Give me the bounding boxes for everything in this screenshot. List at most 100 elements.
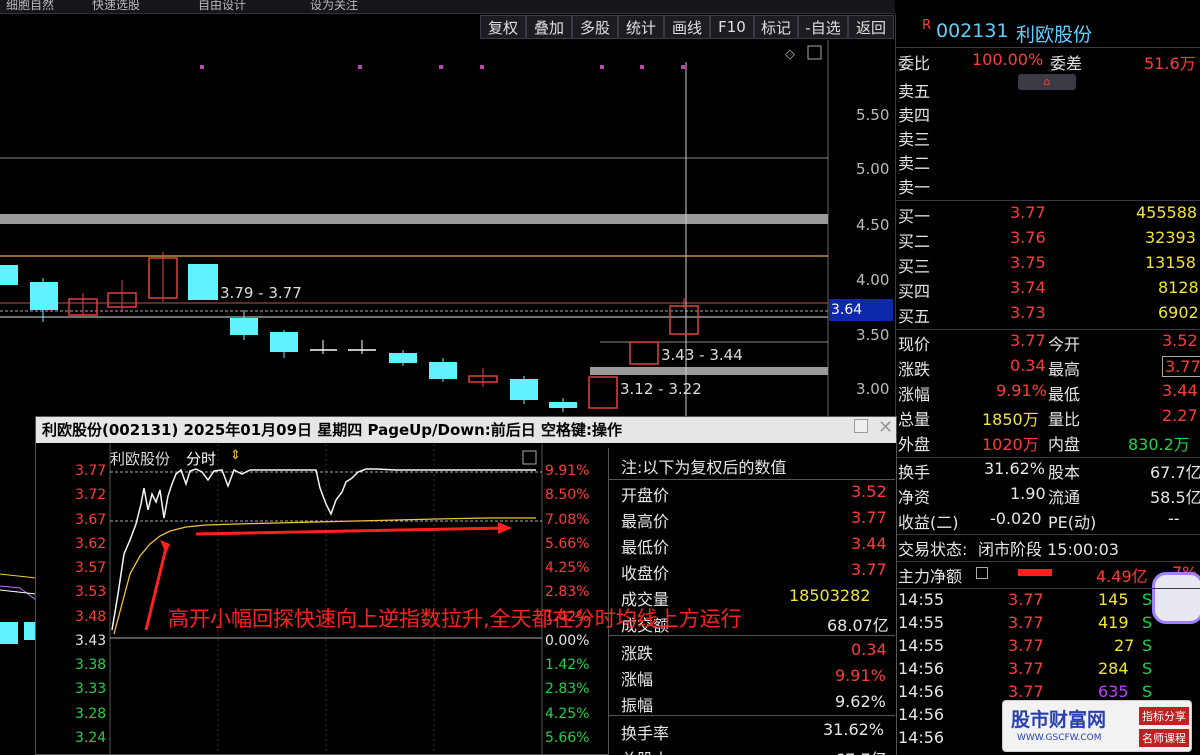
candle <box>588 376 618 409</box>
bid-row[interactable]: 买五 3.73 6902 <box>896 303 1200 328</box>
bid-row[interactable]: 买四 3.74 8128 <box>896 278 1200 303</box>
price-tick: 4.00 <box>856 271 890 289</box>
mark-button[interactable]: 标记 <box>754 15 798 39</box>
indicator-fragment <box>0 573 36 644</box>
left-axis-tick: 3.72 <box>75 487 107 503</box>
left-axis-tick: 3.62 <box>75 536 107 552</box>
chart-toolbar: 复权 叠加 多股 统计 画线 F10 标记 -自选 返回 <box>480 14 895 40</box>
fuquan-button[interactable]: 复权 <box>480 15 526 39</box>
ask-label: 卖三 <box>898 130 931 149</box>
info-row: 振幅 9.62% <box>609 690 895 716</box>
left-axis-tick: 3.38 <box>75 657 107 673</box>
info-row: 总股本67.7亿 <box>609 744 895 755</box>
candle <box>270 332 298 352</box>
candle <box>669 305 699 335</box>
candle <box>0 265 18 285</box>
bid-row[interactable]: 买一 3.77 455588 <box>896 203 1200 228</box>
quote-row: 总量 1850万 量比 2.27 <box>898 406 1198 429</box>
quote-row: 外盘 1020万 内盘 830.2万 <box>898 435 1190 454</box>
arrow-up <box>144 547 168 631</box>
back-button[interactable]: 返回 <box>848 15 894 39</box>
menu-item-4[interactable]: 设为关注 <box>310 0 358 13</box>
intraday-chart[interactable] <box>36 444 608 755</box>
ask-label: 卖四 <box>898 106 931 125</box>
left-axis-tick: 3.24 <box>75 730 107 746</box>
tick-row: 14:55 3.77 145 S <box>898 590 1153 609</box>
menu-item-1[interactable]: 细胞自然 <box>6 0 54 13</box>
price-tick: 5.00 <box>856 160 890 178</box>
remove-watchlist-button[interactable]: -自选 <box>798 15 848 39</box>
menu-item-2[interactable]: 快速选股 <box>92 0 140 13</box>
support-band <box>590 367 828 375</box>
diamond-icon: ◇ <box>785 47 795 62</box>
menu-item-3[interactable]: 自由设计 <box>198 0 246 13</box>
info-header: 注:以下为复权后的数值 <box>609 450 895 480</box>
stock-name: 利欧股份 <box>1016 24 1093 46</box>
right-axis-tick: 1.42% <box>545 657 590 673</box>
info-row: 涨幅 9.91% <box>621 666 886 689</box>
quote-panel: R 002131 利欧股份 委比 100.00% 委差 51.6万 ⌂ 卖五 卖… <box>895 14 1200 755</box>
quote-row: 现价 3.77 今开 3.52 <box>898 331 1198 354</box>
quote-row: 涨幅 9.91% 最低 3.44 <box>898 381 1198 404</box>
candle <box>389 353 417 363</box>
candle <box>549 402 577 408</box>
stock-header: R 002131 利欧股份 <box>896 18 1200 46</box>
multi-stock-button[interactable]: 多股 <box>572 15 618 39</box>
draw-line-button[interactable]: 画线 <box>664 15 710 39</box>
resistance-band <box>0 214 828 224</box>
range-label-3: 3.12 - 3.22 <box>620 380 702 398</box>
candles <box>0 252 699 412</box>
candle <box>188 264 218 300</box>
candle <box>230 318 258 335</box>
stock-code: 002131 <box>936 20 1009 42</box>
f10-button[interactable]: F10 <box>710 15 754 39</box>
intraday-stock-label: 利欧股份 <box>110 450 171 468</box>
wei-cha-value: 51.6万 <box>1144 54 1196 73</box>
price-tick: 5.50 <box>856 106 890 124</box>
intraday-mode-tab[interactable]: 分时 <box>186 448 216 469</box>
right-axis-tick: 4.25% <box>545 560 590 576</box>
overlay-button[interactable]: 叠加 <box>526 15 572 39</box>
wei-bi-value: 100.00% <box>972 50 1044 69</box>
ask-label: 卖一 <box>898 178 931 197</box>
mode-toggle-icon[interactable]: ⇕ <box>230 448 241 463</box>
info-row: 涨跌 0.34 <box>621 640 887 663</box>
left-axis-tick: 3.48 <box>75 609 107 625</box>
stats-button[interactable]: 统计 <box>618 15 664 39</box>
info-row: 最低价 3.44 <box>621 534 887 557</box>
right-axis-tick: 9.91% <box>545 463 590 479</box>
info-row: 收盘价 3.77 <box>621 560 887 583</box>
left-axis-tick: 3.28 <box>75 706 107 722</box>
arrow-right <box>195 526 507 536</box>
current-price-tag: 3.64 <box>829 299 893 321</box>
left-axis-tick: 3.33 <box>75 681 107 697</box>
left-axis-tick: 3.53 <box>75 584 107 600</box>
price-tick: 4.50 <box>856 216 890 234</box>
bid-row[interactable]: 买三 3.75 13158 <box>896 253 1200 278</box>
daily-info-pane: 注:以下为复权后的数值 开盘价 3.52 最高价 3.77 最低价 3.44 收盘价 3… <box>608 448 896 755</box>
maximize-icon[interactable] <box>854 419 868 433</box>
quote-row: 净资 1.90 流通 58.5亿 <box>898 484 1200 507</box>
quote-row: 换手 31.62% 股本 67.7亿 <box>898 459 1200 482</box>
right-axis-tick: 7.08% <box>545 512 590 528</box>
bid-row[interactable]: 买二 3.76 32393 <box>896 228 1200 253</box>
left-axis-tick: 3.67 <box>75 512 107 528</box>
candlestick-chart[interactable]: ◇ <box>0 40 895 418</box>
price-tick: 3.00 <box>856 380 890 398</box>
right-axis-tick: 8.50% <box>545 487 590 503</box>
right-axis-tick: 2.83% <box>545 584 590 600</box>
candle <box>30 282 58 310</box>
price-tick: 3.50 <box>856 326 890 344</box>
left-axis-tick: 3.43 <box>75 633 107 649</box>
left-axis-tick: 3.57 <box>75 560 107 576</box>
tick-row: 14:55 3.77 419 S <box>898 613 1153 632</box>
range-label-1: 3.79 - 3.77 <box>220 284 302 302</box>
popup-title: 利欧股份(002131) 2025年01月09日 星期四 PageUp/Down… <box>36 417 896 443</box>
flow-bar <box>1018 569 1052 576</box>
candle <box>629 341 659 365</box>
right-axis-tick: 0.00% <box>545 633 590 649</box>
r-badge: R <box>922 18 932 33</box>
close-icon[interactable]: ✕ <box>878 417 893 438</box>
top-menu-strip: 细胞自然 快速选股 自由设计 设为关注 <box>0 0 895 14</box>
list-icon <box>976 567 988 579</box>
